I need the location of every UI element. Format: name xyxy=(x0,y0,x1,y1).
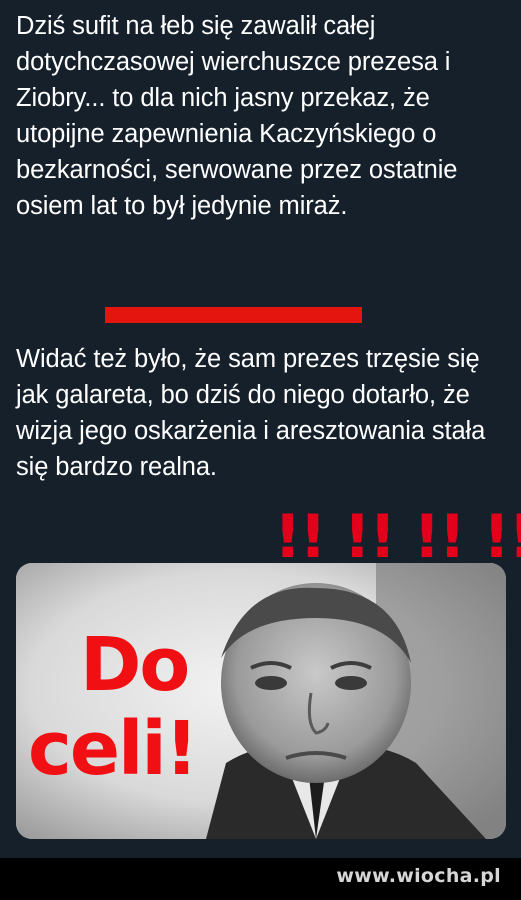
overlay-text-celi: celi! xyxy=(28,706,199,792)
overlay-text-do: Do xyxy=(80,622,190,708)
site-watermark[interactable]: www.wiocha.pl xyxy=(336,865,501,887)
post-media-image[interactable]: Do celi! xyxy=(16,563,506,839)
post-paragraph-2: Widać też było, że sam prezes trzęsie si… xyxy=(16,345,486,481)
post-text: Dziś sufit na łeb się zawalił całej doty… xyxy=(16,8,511,481)
red-divider-bar xyxy=(105,307,362,323)
exclamation-marks: !! !! !! !! xyxy=(274,502,521,572)
post-paragraph-1: Dziś sufit na łeb się zawalił całej doty… xyxy=(16,12,458,220)
footer-bar: www.wiocha.pl xyxy=(0,858,521,900)
